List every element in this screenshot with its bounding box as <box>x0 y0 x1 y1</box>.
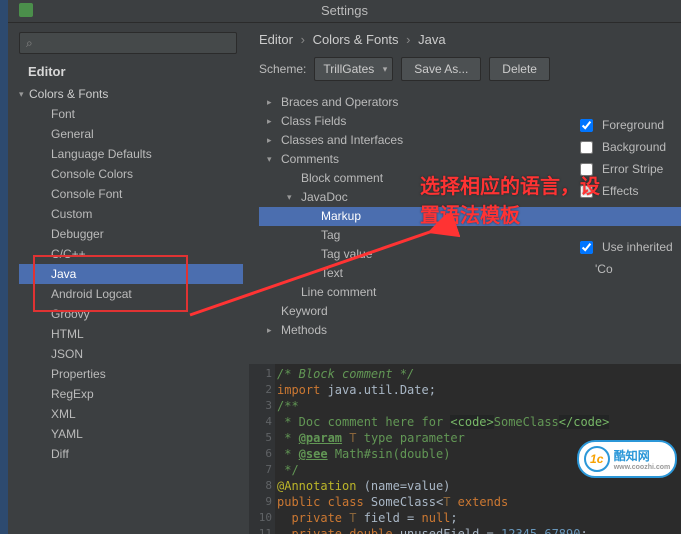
watermark-icon: 1c <box>584 446 610 472</box>
tree-item-regexp[interactable]: RegExp <box>19 384 243 404</box>
settings-search-input[interactable]: ⌕ <box>19 32 237 54</box>
scheme-row: Scheme: TrillGates Save As... Delete <box>249 57 681 81</box>
tree-item-html[interactable]: HTML <box>19 324 243 344</box>
crumb-editor[interactable]: Editor <box>259 32 293 47</box>
search-field[interactable] <box>37 35 230 52</box>
scheme-dropdown[interactable]: TrillGates <box>314 57 393 81</box>
opt-braces[interactable]: Braces and Operators <box>259 93 681 112</box>
crumb-java[interactable]: Java <box>418 32 445 47</box>
search-icon: ⌕ <box>26 36 33 51</box>
title-bar: Settings <box>8 0 681 23</box>
crumb-sep-icon: › <box>301 32 305 47</box>
tree-item-properties[interactable]: Properties <box>19 364 243 384</box>
opt-methods[interactable]: Methods <box>259 321 681 340</box>
window-title: Settings <box>321 3 368 18</box>
settings-tree[interactable]: Colors & Fonts Font General Language Def… <box>19 84 243 464</box>
delete-button[interactable]: Delete <box>489 57 550 81</box>
breadcrumb: Editor › Colors & Fonts › Java <box>249 28 681 57</box>
tree-item-groovy[interactable]: Groovy <box>19 304 243 324</box>
opt-line-comment[interactable]: Line comment <box>259 283 681 302</box>
tree-item-console-font[interactable]: Console Font <box>19 184 243 204</box>
crumb-colors-fonts[interactable]: Colors & Fonts <box>313 32 399 47</box>
tree-item-diff[interactable]: Diff <box>19 444 243 464</box>
tree-item-xml[interactable]: XML <box>19 404 243 424</box>
watermark-text: 酷知网 <box>614 447 671 464</box>
watermark-badge: 1c 酷知网 www.coozhi.com <box>577 440 677 478</box>
background-checkbox[interactable]: Background <box>576 136 681 158</box>
style-options: Foreground Background Error Stripe Effec… <box>576 114 681 280</box>
opt-keyword[interactable]: Keyword <box>259 302 681 321</box>
tree-item-json[interactable]: JSON <box>19 344 243 364</box>
tree-item-console-colors[interactable]: Console Colors <box>19 164 243 184</box>
app-icon <box>19 3 33 17</box>
tree-item-language-defaults[interactable]: Language Defaults <box>19 144 243 164</box>
tree-item-font[interactable]: Font <box>19 104 243 124</box>
crumb-sep-icon: › <box>406 32 410 47</box>
foreground-checkbox[interactable]: Foreground <box>576 114 681 136</box>
stripe-checkbox[interactable]: Error Stripe <box>576 158 681 180</box>
scheme-label: Scheme: <box>259 62 306 76</box>
gutter: 123456789101112 <box>249 364 275 534</box>
ide-left-strip <box>0 0 8 534</box>
save-as-button[interactable]: Save As... <box>401 57 481 81</box>
tree-item-debugger[interactable]: Debugger <box>19 224 243 244</box>
tree-item-java[interactable]: Java <box>19 264 243 284</box>
inherit-from-label: 'Co <box>576 258 681 280</box>
tree-item-android-logcat[interactable]: Android Logcat <box>19 284 243 304</box>
tree-item-custom[interactable]: Custom <box>19 204 243 224</box>
tree-item-general[interactable]: General <box>19 124 243 144</box>
tree-item-yaml[interactable]: YAML <box>19 424 243 444</box>
tree-root-colors-fonts[interactable]: Colors & Fonts <box>19 84 243 104</box>
tree-item-ccpp[interactable]: C/C++ <box>19 244 243 264</box>
watermark-url: www.coozhi.com <box>614 464 671 471</box>
sidebar-section-header: Editor <box>28 64 66 79</box>
effects-checkbox[interactable]: Effects <box>576 180 681 202</box>
inherit-checkbox[interactable]: Use inherited <box>576 236 681 258</box>
